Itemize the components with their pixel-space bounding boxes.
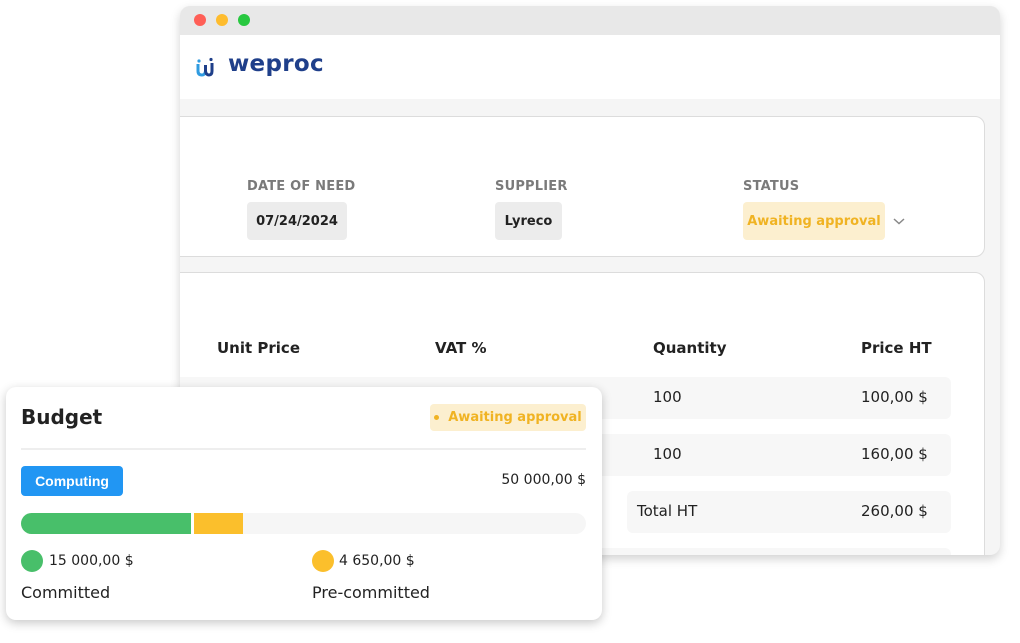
supplier-label: SUPPLIER — [495, 179, 568, 194]
total-label: Total HT — [637, 502, 698, 520]
brand-name[interactable]: weproc — [228, 51, 324, 77]
column-header-unit-price: Unit Price — [217, 339, 300, 357]
committed-label: Committed — [21, 583, 111, 602]
maximize-window-button[interactable] — [238, 14, 250, 26]
total-value: 260,00 $ — [861, 502, 928, 520]
budget-divider — [21, 448, 586, 450]
date-of-need-field[interactable]: 07/24/2024 — [247, 202, 347, 240]
minimize-window-button[interactable] — [216, 14, 228, 26]
row-quantity: 100 — [653, 388, 682, 406]
progress-precommitted-segment — [190, 513, 244, 534]
budget-category-button[interactable]: Computing — [21, 466, 123, 496]
chevron-down-icon[interactable] — [892, 216, 906, 226]
date-of-need-label: DATE OF NEED — [247, 179, 356, 194]
committed-value: 15 000,00 $ — [49, 553, 134, 569]
budget-card: Budget Awaiting approval Computing 50 00… — [6, 387, 602, 620]
row-price-ht: 160,00 $ — [861, 445, 928, 463]
row-quantity: 100 — [653, 445, 682, 463]
close-window-button[interactable] — [194, 14, 206, 26]
column-header-price-ht: Price HT — [861, 339, 932, 357]
precommitted-value: 4 650,00 $ — [339, 553, 415, 569]
weproc-logo-icon — [196, 57, 214, 77]
precommitted-label: Pre-committed — [312, 583, 430, 602]
budget-status-text: Awaiting approval — [448, 410, 582, 425]
status-dropdown[interactable]: Awaiting approval — [743, 202, 885, 240]
status-label: STATUS — [743, 179, 800, 194]
order-info-card: DATE OF NEED 07/24/2024 SUPPLIER Lyreco … — [180, 116, 985, 257]
row-price-ht: 100,00 $ — [861, 388, 928, 406]
budget-total: 50 000,00 $ — [501, 472, 586, 488]
column-header-vat: VAT % — [435, 339, 487, 357]
committed-dot-icon — [21, 550, 43, 572]
status-dot-icon — [434, 415, 440, 420]
app-header: weproc — [180, 35, 1000, 99]
column-header-quantity: Quantity — [653, 339, 727, 357]
budget-progress-bar — [21, 513, 586, 534]
window-titlebar — [180, 6, 1000, 35]
progress-committed-segment — [21, 513, 191, 534]
total-row: Total HT 260,00 $ — [627, 491, 951, 533]
budget-status-badge: Awaiting approval — [430, 404, 586, 431]
precommitted-dot-icon — [312, 550, 334, 572]
supplier-field[interactable]: Lyreco — [495, 202, 562, 240]
budget-title: Budget — [21, 405, 103, 429]
